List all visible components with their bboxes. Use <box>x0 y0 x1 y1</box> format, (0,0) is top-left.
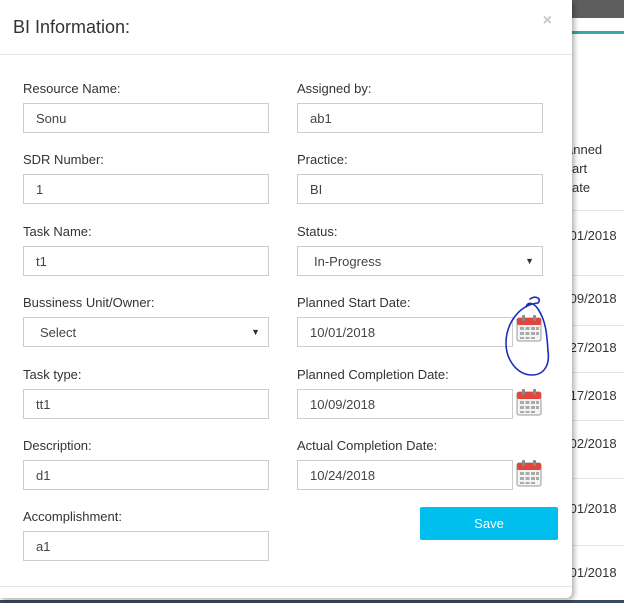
description-input[interactable]: d1 <box>23 460 269 490</box>
task-name-input[interactable]: t1 <box>23 246 269 276</box>
description-label: Description: <box>23 438 92 453</box>
background-date-cell: /01/2018 <box>566 501 617 516</box>
practice-label: Practice: <box>297 152 348 167</box>
practice-input[interactable]: BI <box>297 174 543 204</box>
background-row-divider <box>572 545 624 546</box>
background-topbar <box>572 0 624 18</box>
business-unit-select[interactable]: Select ▼ <box>23 317 269 347</box>
background-date-cell: /02/2018 <box>566 436 617 451</box>
sdr-number-label: SDR Number: <box>23 152 104 167</box>
background-row-divider <box>572 325 624 326</box>
calendar-icon[interactable] <box>516 459 542 487</box>
assigned-by-input[interactable]: ab1 <box>297 103 543 133</box>
background-date-cell: /01/2018 <box>566 565 617 580</box>
assigned-by-label: Assigned by: <box>297 81 372 96</box>
resource-name-input[interactable]: Sonu <box>23 103 269 133</box>
business-unit-select-value: Select <box>40 325 77 340</box>
accomplishment-input[interactable]: a1 <box>23 531 269 561</box>
status-label: Status: <box>297 224 338 239</box>
background-row-divider <box>572 372 624 373</box>
sdr-number-input[interactable]: 1 <box>23 174 269 204</box>
task-type-label: Task type: <box>23 367 82 382</box>
actual-completion-date-label: Actual Completion Date: <box>297 438 438 453</box>
background-row-divider <box>572 210 624 211</box>
save-button[interactable]: Save <box>420 507 558 540</box>
annotation-circle <box>505 296 550 376</box>
background-row-divider <box>572 478 624 479</box>
status-select[interactable]: In-Progress ▼ <box>297 246 543 276</box>
actual-completion-date-input[interactable]: 10/24/2018 <box>297 460 513 490</box>
background-date-cell: /27/2018 <box>566 340 617 355</box>
task-name-label: Task Name: <box>23 224 92 239</box>
accomplishment-label: Accomplishment: <box>23 509 122 524</box>
planned-completion-date-label: Planned Completion Date: <box>297 367 449 382</box>
resource-name-label: Resource Name: <box>23 81 121 96</box>
planned-start-date-label: Planned Start Date: <box>297 295 411 310</box>
background-date-cell: /01/2018 <box>566 228 617 243</box>
background-row-divider <box>572 275 624 276</box>
planned-start-date-input[interactable]: 10/01/2018 <box>297 317 513 347</box>
chevron-down-icon: ▼ <box>525 256 534 266</box>
close-icon[interactable]: × <box>543 12 552 30</box>
background-date-cell: /17/2018 <box>566 388 617 403</box>
modal-header: BI Information: × <box>0 0 572 55</box>
status-select-value: In-Progress <box>314 254 382 269</box>
task-type-input[interactable]: tt1 <box>23 389 269 419</box>
calendar-icon[interactable] <box>516 388 542 416</box>
business-unit-label: Bussiness Unit/Owner: <box>23 295 155 310</box>
background-date-cell: /09/2018 <box>566 291 617 306</box>
bi-information-modal: BI Information: × Resource Name: Sonu As… <box>0 0 572 598</box>
modal-footer-divider <box>0 586 572 587</box>
background-accent-line <box>572 31 624 34</box>
modal-title: BI Information: <box>13 17 131 37</box>
planned-completion-date-input[interactable]: 10/09/2018 <box>297 389 513 419</box>
background-row-divider <box>572 420 624 421</box>
chevron-down-icon: ▼ <box>251 327 260 337</box>
